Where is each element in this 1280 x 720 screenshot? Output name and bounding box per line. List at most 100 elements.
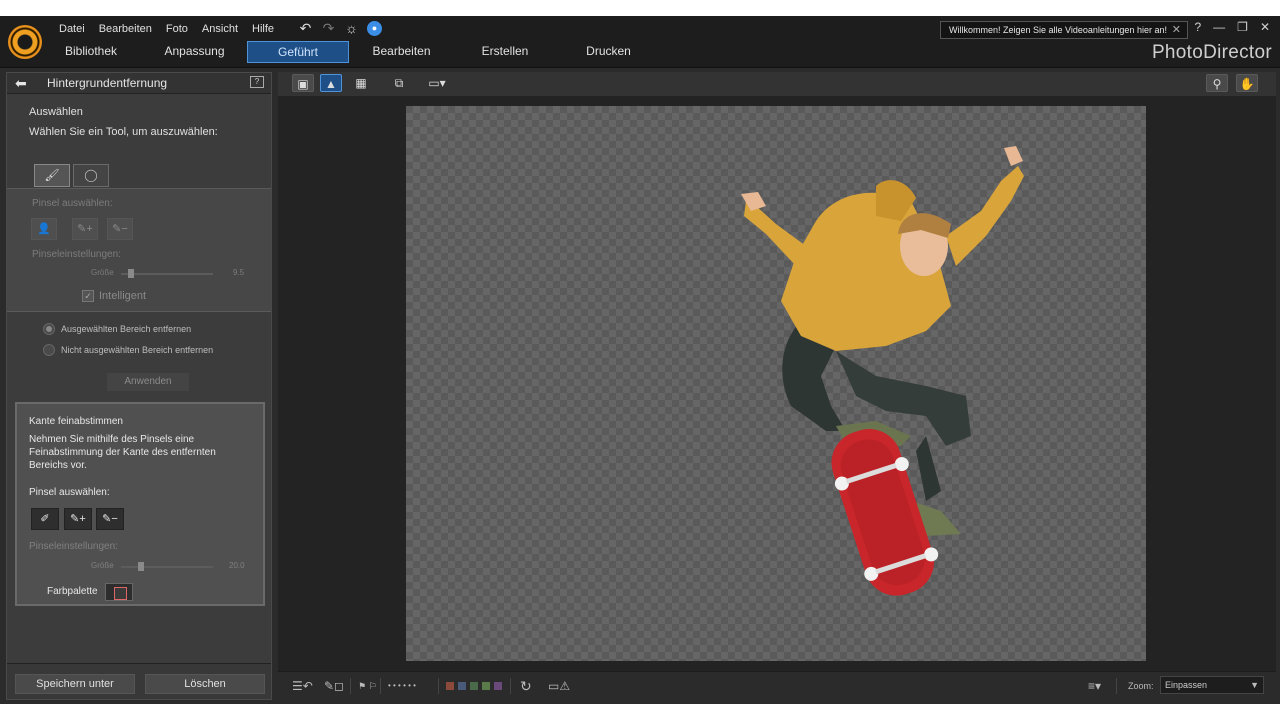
edit-brush-icon[interactable]: ✎◻ (324, 679, 344, 693)
display-options-icon[interactable]: ▭▾ (424, 74, 450, 92)
tab-drucken[interactable]: Drucken (558, 41, 660, 63)
apply-button[interactable]: Anwenden (107, 373, 189, 391)
title-bar: Datei Bearbeiten Foto Ansicht Hilfe ↶ ↷ … (0, 16, 1280, 68)
brush-select-label: Pinsel auswählen: (32, 198, 113, 209)
refine-brush-select-label: Pinsel auswählen: (29, 487, 110, 498)
color-label-1[interactable] (446, 682, 454, 690)
flag-icons[interactable]: ⚑ ⚐ (358, 679, 377, 693)
refine-description-1: Nehmen Sie mithilfe des Pinsels eine (29, 434, 195, 445)
tab-anpassung[interactable]: Anpassung (144, 41, 246, 63)
canvas-area (278, 96, 1276, 680)
lasso-tool-tab[interactable]: ◯ (73, 164, 109, 187)
single-view-icon[interactable]: ▲ (320, 74, 342, 92)
tool-panel: ⬅ Hintergrundentfernung ? Auswählen Wähl… (6, 72, 272, 700)
eraser-brush-icon[interactable]: ✐ (31, 508, 59, 530)
radio-remove-unselected-label: Nicht ausgewählten Bereich entfernen (61, 345, 214, 355)
back-arrow-icon[interactable]: ⬅ (15, 75, 27, 92)
settings-gear-icon[interactable]: ☼ (344, 21, 359, 36)
color-label-2[interactable] (458, 682, 466, 690)
before-after-view-icon[interactable]: ▣ (292, 74, 314, 92)
refine-subtract-brush-icon[interactable]: ✎− (96, 508, 124, 530)
minimize-icon[interactable]: — (1213, 20, 1225, 34)
menu-ansicht[interactable]: Ansicht (195, 21, 245, 39)
menu-bar: Datei Bearbeiten Foto Ansicht Hilfe (52, 21, 281, 39)
color-label-3[interactable] (470, 682, 478, 690)
size-slider[interactable] (121, 269, 213, 278)
refine-size-value: 20.0 (229, 561, 245, 570)
intelligent-checkbox[interactable]: ✓ (82, 290, 94, 302)
app-window: Datei Bearbeiten Foto Ansicht Hilfe ↶ ↷ … (0, 16, 1280, 704)
radio-remove-selected[interactable] (43, 323, 55, 335)
menu-foto[interactable]: Foto (159, 21, 195, 39)
refine-description-2: Feinabstimmung der Kante des entfernten (29, 447, 216, 458)
rating-dots[interactable]: • • • • • • (388, 679, 416, 693)
restore-icon[interactable]: ❐ (1237, 20, 1248, 34)
app-logo-icon[interactable] (8, 25, 42, 59)
refine-add-brush-icon[interactable]: ✎+ (64, 508, 92, 530)
size-value: 9.5 (233, 268, 245, 277)
intelligent-label: Intelligent (99, 290, 147, 302)
brush-settings-area: Pinsel auswählen: 👤 ✎+ ✎− Pinseleinstell… (7, 188, 271, 312)
delete-button[interactable]: Löschen (145, 674, 265, 694)
window-close-icon[interactable]: ✕ (1260, 20, 1270, 34)
tab-bearbeiten[interactable]: Bearbeiten (351, 41, 453, 63)
undo-icon[interactable]: ↶ (298, 21, 313, 36)
close-icon[interactable]: ✕ (1172, 22, 1181, 38)
color-palette-swatch[interactable] (105, 583, 133, 601)
tab-gefuehrt[interactable]: Geführt (247, 41, 349, 63)
skateboarder-cutout-image (741, 146, 1024, 596)
select-hint: Wählen Sie ein Tool, um auszuwählen: (29, 126, 218, 138)
quick-actions: ↶ ↷ ☼ ● (298, 21, 382, 36)
module-tabs: Bibliothek Anpassung Geführt Bearbeiten … (40, 41, 661, 63)
brand-name: PhotoDirector (1151, 42, 1272, 63)
help-icon[interactable]: ? (1194, 20, 1201, 34)
window-controls: ? — ❐ ✕ (1194, 20, 1270, 34)
refine-title: Kante feinabstimmen (29, 416, 123, 427)
refine-size-slider[interactable] (121, 562, 213, 571)
welcome-banner[interactable]: Willkommen! Zeigen Sie alle Videoanleitu… (940, 21, 1188, 39)
refine-size-slider-knob[interactable] (138, 562, 145, 571)
metadata-toggle-icon[interactable]: ☰↶ (292, 679, 313, 693)
welcome-banner-text: Willkommen! Zeigen Sie alle Videoanleitu… (949, 25, 1167, 35)
photo-canvas[interactable] (406, 106, 1146, 661)
view-toolbar: ▣ ▲ ▦ ⧉ ▭▾ ⚲ ✋ (278, 72, 1276, 96)
smart-brush-tool-tab[interactable]: 🖌 (34, 164, 70, 187)
color-label-5[interactable] (494, 682, 502, 690)
crop-warning-icon[interactable]: ▭⚠ (548, 679, 570, 693)
zoom-label: Zoom: (1128, 681, 1154, 691)
brush-settings-label: Pinseleinstellungen: (32, 249, 121, 260)
refine-size-label: Größe (91, 561, 114, 570)
radio-remove-selected-label: Ausgewählten Bereich entfernen (61, 324, 192, 334)
refine-brush-settings-label: Pinseleinstellungen: (29, 541, 118, 552)
size-slider-knob[interactable] (127, 269, 134, 278)
tab-bibliothek[interactable]: Bibliothek (40, 41, 142, 63)
grid-view-icon[interactable]: ▦ (350, 74, 372, 92)
zoom-select-value: Einpassen (1165, 680, 1208, 690)
refine-edge-box: Kante feinabstimmen Nehmen Sie mithilfe … (15, 402, 265, 606)
menu-bearbeiten[interactable]: Bearbeiten (92, 21, 159, 39)
zoom-tool-icon[interactable]: ⚲ (1206, 74, 1228, 92)
zoom-select[interactable]: Einpassen (1160, 676, 1264, 694)
panel-title: Hintergrundentfernung (47, 76, 168, 90)
save-as-button[interactable]: Speichern unter (15, 674, 135, 694)
panel-help-icon[interactable]: ? (250, 76, 264, 88)
color-label-4[interactable] (482, 682, 490, 690)
person-brush-icon[interactable]: 👤 (31, 218, 57, 240)
compare-view-icon[interactable]: ⧉ (388, 74, 410, 92)
add-brush-icon[interactable]: ✎+ (72, 218, 98, 240)
sort-menu-icon[interactable]: ≡▾ (1088, 679, 1101, 693)
rotate-icon[interactable]: ↻ (520, 679, 532, 693)
panel-header: ⬅ Hintergrundentfernung ? (7, 73, 271, 94)
select-heading: Auswählen (29, 106, 83, 118)
tab-erstellen[interactable]: Erstellen (454, 41, 556, 63)
menu-datei[interactable]: Datei (52, 21, 92, 39)
bottom-toolbar: ☰↶ ✎◻ ⚑ ⚐ • • • • • • ↻ ▭⚠ ≡▾ Zoom: Einp… (278, 671, 1276, 700)
radio-remove-unselected[interactable] (43, 344, 55, 356)
menu-hilfe[interactable]: Hilfe (245, 21, 281, 39)
refine-description-3: Bereichs vor. (29, 460, 87, 471)
size-label: Größe (91, 268, 114, 277)
subtract-brush-icon[interactable]: ✎− (107, 218, 133, 240)
notification-bell-icon[interactable]: ● (367, 21, 382, 36)
redo-icon[interactable]: ↷ (321, 21, 336, 36)
hand-tool-icon[interactable]: ✋ (1236, 74, 1258, 92)
